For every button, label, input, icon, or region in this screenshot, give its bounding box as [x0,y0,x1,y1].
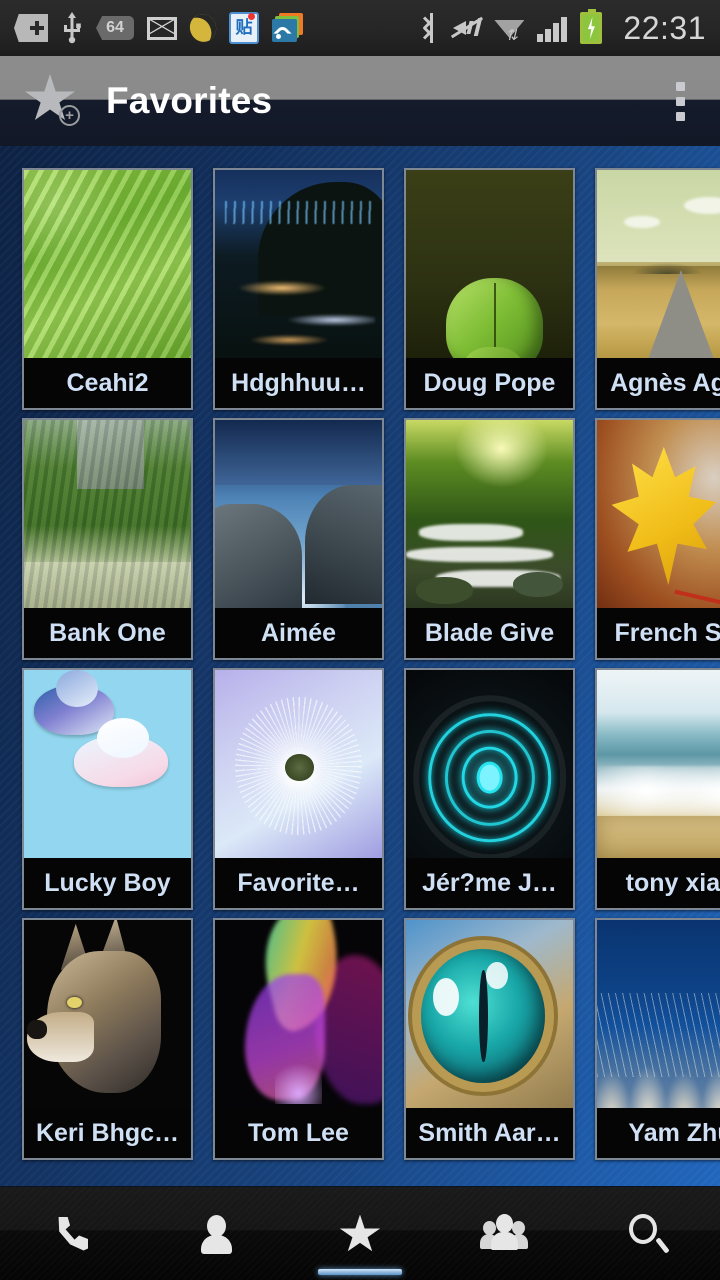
contact-photo [597,920,720,1112]
contact-name: Jér?me J… [406,858,573,908]
favorite-tile[interactable]: Doug Pope [404,168,575,410]
status-bar-right-icons: ⇅ 22:31 [422,9,706,47]
person-icon [193,1211,239,1257]
moon-icon [190,14,216,42]
bottom-navigation-bar [0,1186,720,1280]
contact-name: Aimée [215,608,382,658]
contact-photo [597,670,720,862]
status-bar-left-icons: 64 贴 [14,12,422,44]
contact-name: Ceahi2 [24,358,191,408]
favorite-tile[interactable]: Jér?me J… [404,668,575,910]
page-title: Favorites [106,80,273,121]
bluetooth-icon [422,13,440,43]
search-icon [625,1211,671,1257]
favorite-tile[interactable]: Agnès Ag… [595,168,720,410]
battery-charging-icon [580,9,603,44]
chinese-note-app-icon: 贴 [229,12,259,44]
contact-photo [597,420,720,612]
overflow-menu-icon[interactable] [652,56,708,146]
contact-photo [215,420,382,612]
contact-photo [597,170,720,362]
groups-icon [480,1211,528,1257]
favorite-tile[interactable]: Lucky Boy [22,668,193,910]
contact-name: French S… [597,608,720,658]
gmail-icon [147,16,177,40]
usb-icon [61,12,83,44]
action-bar: + Favorites [0,56,720,146]
status-bar-clock: 22:31 [623,9,706,46]
cellular-signal-icon [535,14,569,42]
contact-photo [406,420,573,612]
contact-name: Yam Zhu [597,1108,720,1158]
plus-tag-icon [14,14,48,42]
contact-photo [215,670,382,862]
star-icon [337,1211,383,1257]
contact-photo [24,420,191,612]
favorite-tile[interactable]: Smith Aar… [404,918,575,1160]
tab-phone[interactable] [0,1187,144,1280]
contact-photo [24,170,191,362]
favorite-tile[interactable]: Yam Zhu [595,918,720,1160]
favorites-star-icon[interactable]: + [22,72,84,130]
contact-photo [215,170,382,362]
contact-name: Hdghhuu… [215,358,382,408]
favorite-tile[interactable]: Keri Bhgc… [22,918,193,1160]
favorite-tile[interactable]: Hdghhuu… [213,168,384,410]
status-bar: 64 贴 ⇅ 22:31 [0,0,720,56]
contact-name: Agnès Ag… [597,358,720,408]
favorite-tile[interactable]: Bank One [22,418,193,660]
contact-photo [24,670,191,862]
favorite-tile[interactable]: tony xiao [595,668,720,910]
contact-name: Smith Aar… [406,1108,573,1158]
contact-name: Doug Pope [406,358,573,408]
favorites-grid: Ceahi2 Hdghhuu… Doug Pope Agnès A Bank O… [22,168,720,1160]
storage-64-icon: 64 [96,16,134,40]
contact-name: Lucky Boy [24,858,191,908]
contact-photo [215,920,382,1112]
phone-icon [49,1211,95,1257]
tab-favorites[interactable] [288,1187,432,1280]
contact-photo [24,920,191,1112]
contact-name: Tom Lee [215,1108,382,1158]
favorites-grid-container: Ceahi2 Hdghhuu… Doug Pope Agnès A Bank O… [0,146,720,1186]
contact-name: Favorite… [215,858,382,908]
phone-screen: 64 贴 ⇅ 22:31 + Favorites Ceahi2 Hdghhuu…… [0,0,720,1280]
rss-feed-icon [272,13,304,43]
wifi-icon: ⇅ [494,14,525,43]
contact-photo [406,920,573,1112]
favorite-tile[interactable]: Aimée [213,418,384,660]
favorite-tile[interactable]: French S… [595,418,720,660]
contact-name: tony xiao [597,858,720,908]
favorite-tile[interactable]: Favorite… [213,668,384,910]
star-add-badge: + [59,105,80,126]
favorite-tile[interactable]: Blade Give [404,418,575,660]
vibrate-mute-icon [451,14,484,42]
contact-photo [406,170,573,362]
favorite-tile[interactable]: Tom Lee [213,918,384,1160]
contact-name: Keri Bhgc… [24,1108,191,1158]
tab-search[interactable] [576,1187,720,1280]
contact-name: Bank One [24,608,191,658]
tab-contacts[interactable] [144,1187,288,1280]
contact-name: Blade Give [406,608,573,658]
contact-photo [406,670,573,862]
favorite-tile[interactable]: Ceahi2 [22,168,193,410]
tab-groups[interactable] [432,1187,576,1280]
